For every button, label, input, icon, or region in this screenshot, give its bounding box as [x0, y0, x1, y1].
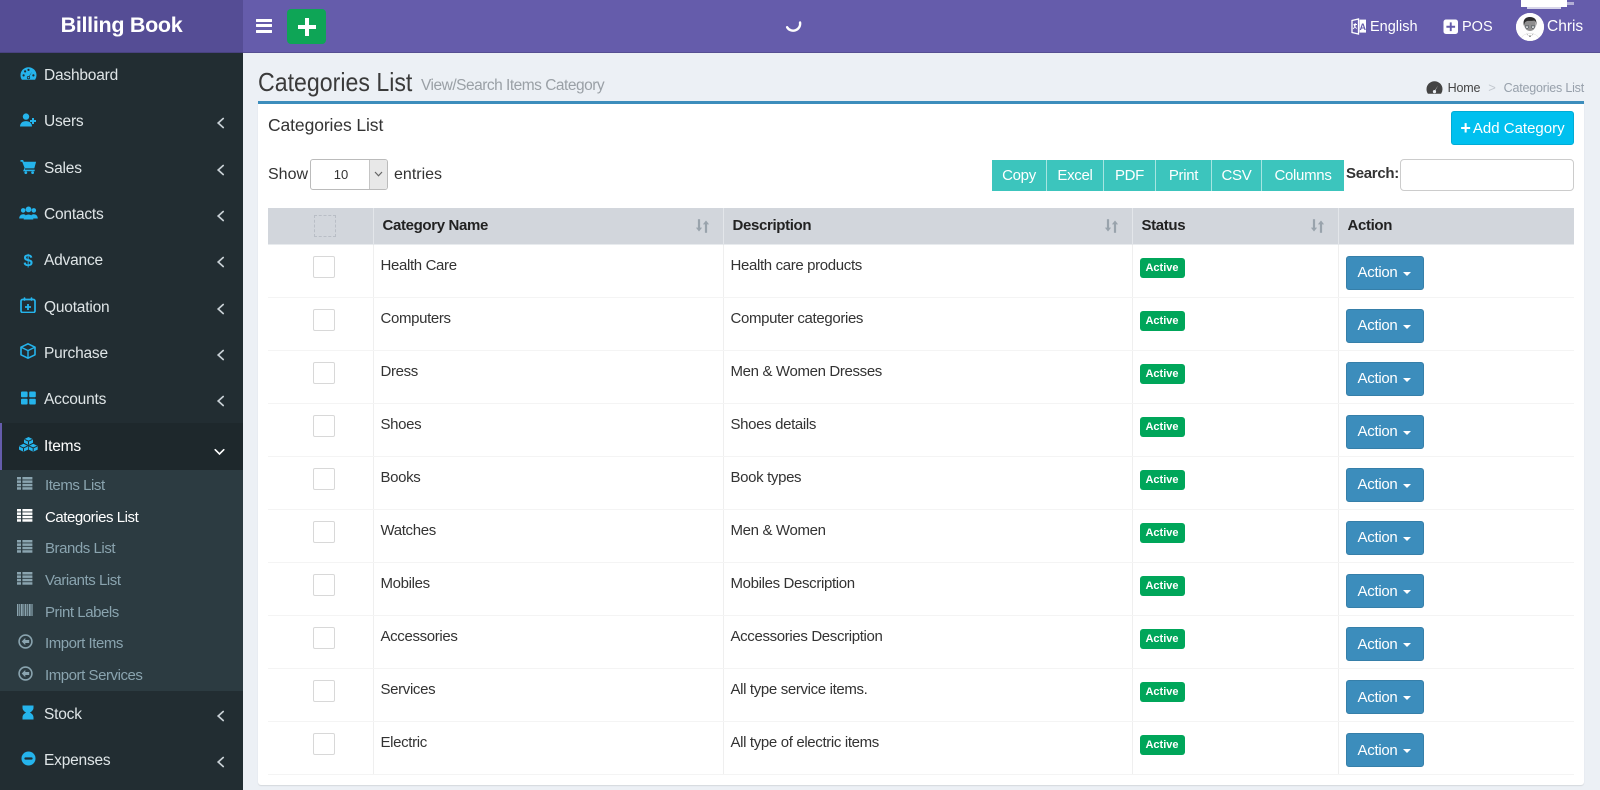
- svg-text:A: A: [1359, 22, 1366, 32]
